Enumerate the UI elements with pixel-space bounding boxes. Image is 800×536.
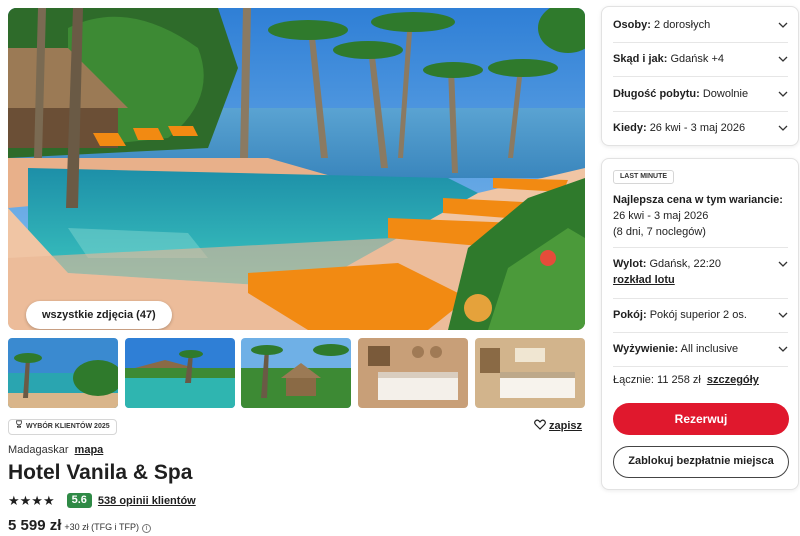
persons-value: 2 dorosłych xyxy=(653,19,711,31)
offer-nights: (8 dni, 7 noclegów) xyxy=(613,226,706,238)
room-label: Pokój: xyxy=(613,309,647,321)
room-value: Pokój superior 2 os. xyxy=(649,309,747,321)
chevron-down-icon xyxy=(778,125,788,131)
board-label: Wyżywienie: xyxy=(613,343,679,355)
thumbnail-2[interactable] xyxy=(125,338,235,408)
chevron-down-icon xyxy=(778,312,788,318)
offer-card: LAST MINUTE Najlepsza cena w tym warianc… xyxy=(601,158,799,490)
origin-row[interactable]: Skąd i jak: Gdańsk +4 xyxy=(613,50,788,68)
hotel-name: Hotel Vanila & Spa xyxy=(8,461,193,484)
thumbnail-1[interactable] xyxy=(8,338,118,408)
divider xyxy=(613,332,788,333)
persons-row[interactable]: Osoby: 2 dorosłych xyxy=(613,16,788,34)
heart-icon xyxy=(534,419,546,433)
thumbnail-strip xyxy=(8,338,585,408)
offer-dates: 26 kwi - 3 maj 2026 xyxy=(613,210,709,222)
origin-label: Skąd i jak: xyxy=(613,53,668,65)
thumbnail-3[interactable] xyxy=(241,338,351,408)
duration-label: Długość pobytu: xyxy=(613,88,700,100)
save-label: zapisz xyxy=(549,420,583,432)
score-badge: 5.6 xyxy=(66,493,92,508)
info-icon[interactable]: i xyxy=(141,524,151,533)
flight-value: Gdańsk, 22:20 xyxy=(649,258,722,270)
customer-choice-badge: WYBÓR KLIENTÓW 2025 xyxy=(8,419,117,435)
thumbnail-bedroom-image xyxy=(358,338,468,408)
country: Madagaskar xyxy=(8,444,69,456)
search-params-card: Osoby: 2 dorosłych Skąd i jak: Gdańsk +4… xyxy=(601,6,799,146)
date-value: 26 kwi - 3 maj 2026 xyxy=(649,122,746,134)
chevron-down-icon xyxy=(778,56,788,62)
thumbnail-resort-image xyxy=(125,338,235,408)
location: Madagaskar mapa xyxy=(8,444,103,456)
pool-resort-image xyxy=(8,8,585,330)
divider xyxy=(613,76,788,77)
chevron-down-icon xyxy=(778,261,788,267)
rating-row: ★★★★ 5.6 538 opinii klientów xyxy=(8,493,196,508)
best-price-heading: Najlepsza cena w tym wariancie: xyxy=(613,194,783,206)
flight-label: Wylot: xyxy=(613,258,647,270)
hold-seats-button[interactable]: Zablokuj bezpłatnie miejsca xyxy=(613,446,789,478)
flight-schedule-link[interactable]: rozkład lotu xyxy=(613,274,675,286)
thumbnail-room-image xyxy=(475,338,585,408)
reserve-button[interactable]: Rezerwuj xyxy=(613,403,789,435)
best-price-info: Najlepsza cena w tym wariancie: 26 kwi -… xyxy=(613,192,791,240)
total-label: Łącznie: 11 258 zł xyxy=(613,374,701,386)
badge-label: WYBÓR KLIENTÓW 2025 xyxy=(26,423,110,430)
chevron-down-icon xyxy=(778,346,788,352)
divider xyxy=(613,298,788,299)
save-button[interactable]: zapisz xyxy=(534,419,582,433)
thumbnail-4[interactable] xyxy=(358,338,468,408)
thumbnail-5[interactable] xyxy=(475,338,585,408)
map-link[interactable]: mapa xyxy=(75,444,104,456)
details-link[interactable]: szczegóły xyxy=(707,374,759,386)
last-minute-tag: LAST MINUTE xyxy=(613,170,675,184)
price-row: 5 599 zł +30 zł (TFG i TFP) i xyxy=(8,517,151,534)
persons-label: Osoby: xyxy=(613,19,651,31)
price-main: 5 599 zł xyxy=(8,517,62,534)
trophy-icon xyxy=(15,420,23,434)
total-price: Łącznie: 11 258 zł szczegóły xyxy=(613,374,759,386)
duration-row[interactable]: Długość pobytu: Dowolnie xyxy=(613,85,788,103)
reviews-link[interactable]: 538 opinii klientów xyxy=(98,495,196,507)
star-rating: ★★★★ xyxy=(8,492,55,508)
chevron-down-icon xyxy=(778,22,788,28)
divider xyxy=(613,111,788,112)
price-extra: +30 zł (TFG i TFP) xyxy=(64,522,139,532)
board-value: All inclusive xyxy=(680,343,739,355)
divider xyxy=(613,366,788,367)
divider xyxy=(613,247,788,248)
divider xyxy=(613,42,788,43)
all-photos-button[interactable]: wszystkie zdjęcia (47) xyxy=(26,301,172,329)
thumbnail-beach-image xyxy=(8,338,118,408)
origin-value: Gdańsk +4 xyxy=(670,53,724,65)
room-row[interactable]: Pokój: Pokój superior 2 os. xyxy=(613,306,788,324)
duration-value: Dowolnie xyxy=(702,88,749,100)
date-row[interactable]: Kiedy: 26 kwi - 3 maj 2026 xyxy=(613,119,788,137)
thumbnail-bungalow-image xyxy=(241,338,351,408)
date-label: Kiedy: xyxy=(613,122,647,134)
flight-row[interactable]: Wylot: Gdańsk, 22:20 xyxy=(613,255,788,273)
board-row[interactable]: Wyżywienie: All inclusive xyxy=(613,340,788,358)
hero-photo[interactable]: wszystkie zdjęcia (47) xyxy=(8,8,585,330)
chevron-down-icon xyxy=(778,91,788,97)
